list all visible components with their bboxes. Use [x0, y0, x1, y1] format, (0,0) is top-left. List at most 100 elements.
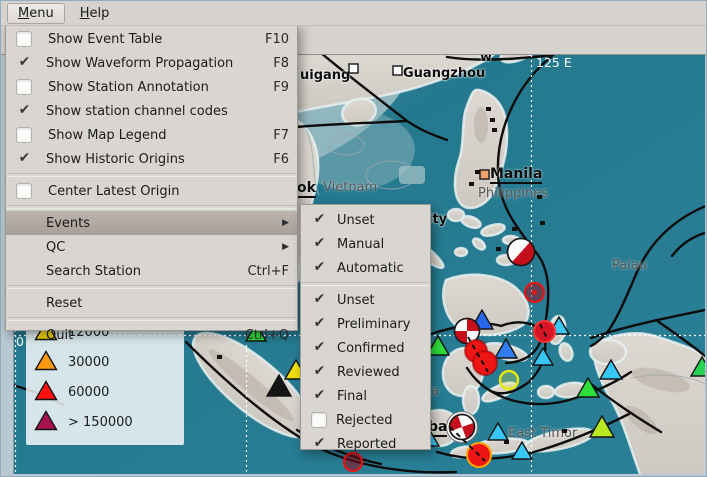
menu-item-reset[interactable]: Reset	[6, 291, 297, 315]
focal-mechanism-beachball[interactable]	[505, 236, 537, 272]
checkbox-checked-icon[interactable]: ✔	[16, 103, 33, 119]
menu-bar: MenuHelp	[1, 1, 706, 26]
checkbox-checked-icon[interactable]: ✔	[311, 260, 328, 276]
menu-item-label: Show Historic Origins	[46, 152, 261, 167]
station-tick-marker[interactable]	[504, 429, 509, 448]
station-tick-marker[interactable]	[540, 210, 545, 229]
menu-item-final[interactable]: ✔ Final	[301, 384, 430, 408]
checkbox-unchecked-icon[interactable]	[16, 127, 32, 143]
checkbox-unchecked-icon[interactable]	[16, 79, 32, 95]
menu-item-shortcut: F10	[265, 32, 289, 47]
menu-item-automatic[interactable]: ✔ Automatic	[301, 256, 430, 280]
origin-uncertainty-dashes	[446, 423, 489, 469]
station-tick-marker[interactable]	[469, 171, 474, 190]
menu-item-show-map-legend[interactable]: Show Map Legend F7	[6, 123, 297, 147]
menu-item-show-historic-origins[interactable]: ✔ Show Historic Origins F6	[6, 147, 297, 171]
checkbox-checked-icon[interactable]: ✔	[311, 340, 328, 356]
menu-check-spacer	[16, 295, 33, 311]
checkbox-unchecked-icon[interactable]	[16, 31, 32, 47]
menu-item-label: Confirmed	[337, 341, 422, 356]
station-tick-marker[interactable]	[562, 418, 567, 437]
station-tick-marker[interactable]	[475, 159, 480, 178]
menu-item-reported[interactable]: ✔Reported	[301, 432, 430, 456]
menu-item-label: Show Station Annotation	[48, 80, 261, 95]
menu-item-unset[interactable]: ✔Unset	[301, 288, 430, 312]
menu-item-show-station-annotation[interactable]: Show Station AnnotationF9	[6, 75, 297, 99]
menu-item-search-station[interactable]: Search StationCtrl+F	[6, 259, 297, 283]
menu-check-spacer	[16, 263, 33, 279]
legend-value: 30000	[68, 355, 109, 370]
menu-check-spacer	[16, 215, 33, 231]
menu-item-show-waveform-propagation[interactable]: ✔Show Waveform PropagationF8	[6, 51, 297, 75]
submenu-arrow-icon: ▶	[282, 218, 289, 228]
menu-item-center-latest-origin[interactable]: Center Latest Origin	[6, 179, 297, 203]
menu-item-label: Final	[337, 389, 422, 404]
menubar-item-menu[interactable]: Menu	[7, 3, 65, 24]
menu-item-confirmed[interactable]: ✔ Confirmed	[301, 336, 430, 360]
menu-separator	[302, 282, 429, 286]
menu-item-label: Center Latest Origin	[48, 184, 289, 199]
origin-uncertainty-dashes	[464, 333, 492, 380]
checkbox-checked-icon[interactable]: ✔	[16, 55, 33, 71]
menu-item-shortcut: F7	[273, 128, 289, 143]
menu-item-shortcut: Ctrl+Q	[245, 328, 289, 343]
events-submenu: ✔Unset✔Manual✔Automatic✔Unset✔Preliminar…	[300, 204, 431, 450]
checkbox-checked-icon[interactable]: ✔	[311, 292, 328, 308]
checkbox-unchecked-icon[interactable]	[311, 412, 327, 428]
menu-item-preliminary[interactable]: ✔Preliminary	[301, 312, 430, 336]
checkbox-checked-icon[interactable]: ✔	[311, 212, 328, 228]
legend-triangle-icon	[34, 410, 58, 435]
station-triangle-marker[interactable]	[599, 359, 623, 384]
menu-item-quit[interactable]: QuitCtrl+Q	[6, 323, 297, 347]
station-tick-marker[interactable]	[537, 184, 542, 203]
menu-item-events[interactable]: Events▶	[6, 211, 297, 235]
menu-item-label: Automatic	[337, 261, 422, 276]
menu-check-spacer	[16, 327, 33, 343]
checkbox-checked-icon[interactable]: ✔	[311, 364, 328, 380]
checkbox-checked-icon[interactable]: ✔	[311, 388, 328, 404]
menu-check-spacer	[16, 239, 33, 255]
station-triangle-marker[interactable]	[532, 347, 554, 370]
station-triangle-marker[interactable]	[589, 415, 615, 442]
station-triangle-marker[interactable]	[511, 441, 533, 464]
menu-item-rejected[interactable]: Rejected	[301, 408, 430, 432]
menu-item-show-event-table[interactable]: Show Event TableF10	[6, 27, 297, 51]
station-tick-marker[interactable]	[492, 117, 497, 136]
legend-row: > 150000	[26, 407, 184, 437]
menubar-item-help[interactable]: Help	[69, 3, 121, 24]
legend-row: 30000	[26, 347, 184, 377]
menu-item-qc[interactable]: QC▶	[6, 235, 297, 259]
checkbox-checked-icon[interactable]: ✔	[311, 436, 328, 452]
checkbox-checked-icon[interactable]: ✔	[311, 316, 328, 332]
checkbox-checked-icon[interactable]: ✔	[311, 236, 328, 252]
menu-item-manual[interactable]: ✔Manual	[301, 232, 430, 256]
menu-item-shortcut: Ctrl+F	[247, 264, 289, 279]
event-origin-marker[interactable]	[522, 280, 547, 309]
city-square-marker	[348, 59, 359, 78]
menu-separator	[7, 317, 296, 321]
menu-item-label: Show Waveform Propagation	[46, 56, 261, 71]
application-window: MenuHelp	[0, 0, 707, 477]
checkbox-checked-icon[interactable]: ✔	[16, 151, 33, 167]
station-triangle-marker[interactable]	[576, 377, 600, 402]
menu-item-label: Reviewed	[337, 365, 422, 380]
checkbox-unchecked-icon[interactable]	[16, 183, 32, 199]
event-origin-marker-yellow[interactable]	[497, 368, 521, 396]
menu-item-label: QC	[46, 240, 274, 255]
legend-value: > 150000	[68, 415, 133, 430]
menu-item-shortcut: F6	[273, 152, 289, 167]
legend-row: 60000	[26, 377, 184, 407]
legend-triangle-icon	[34, 350, 58, 375]
station-tick-marker[interactable]	[496, 236, 501, 255]
menu-separator	[7, 173, 296, 177]
menu-item-label: Show station channel codes	[46, 104, 289, 119]
station-triangle-marker[interactable]	[690, 356, 705, 381]
menu-item-unset[interactable]: ✔ Unset	[301, 208, 430, 232]
station-tick-marker[interactable]	[512, 216, 517, 235]
menu-item-reviewed[interactable]: ✔ Reviewed	[301, 360, 430, 384]
menu-item-label: Unset	[337, 213, 422, 228]
menu-dropdown: Show Event TableF10 ✔ Show Waveform Propag…	[5, 23, 298, 331]
menu-item-label: Show Map Legend	[48, 128, 261, 143]
menu-separator	[7, 285, 296, 289]
menu-item-show-station-channel-codes[interactable]: ✔ Show station channel codes	[6, 99, 297, 123]
